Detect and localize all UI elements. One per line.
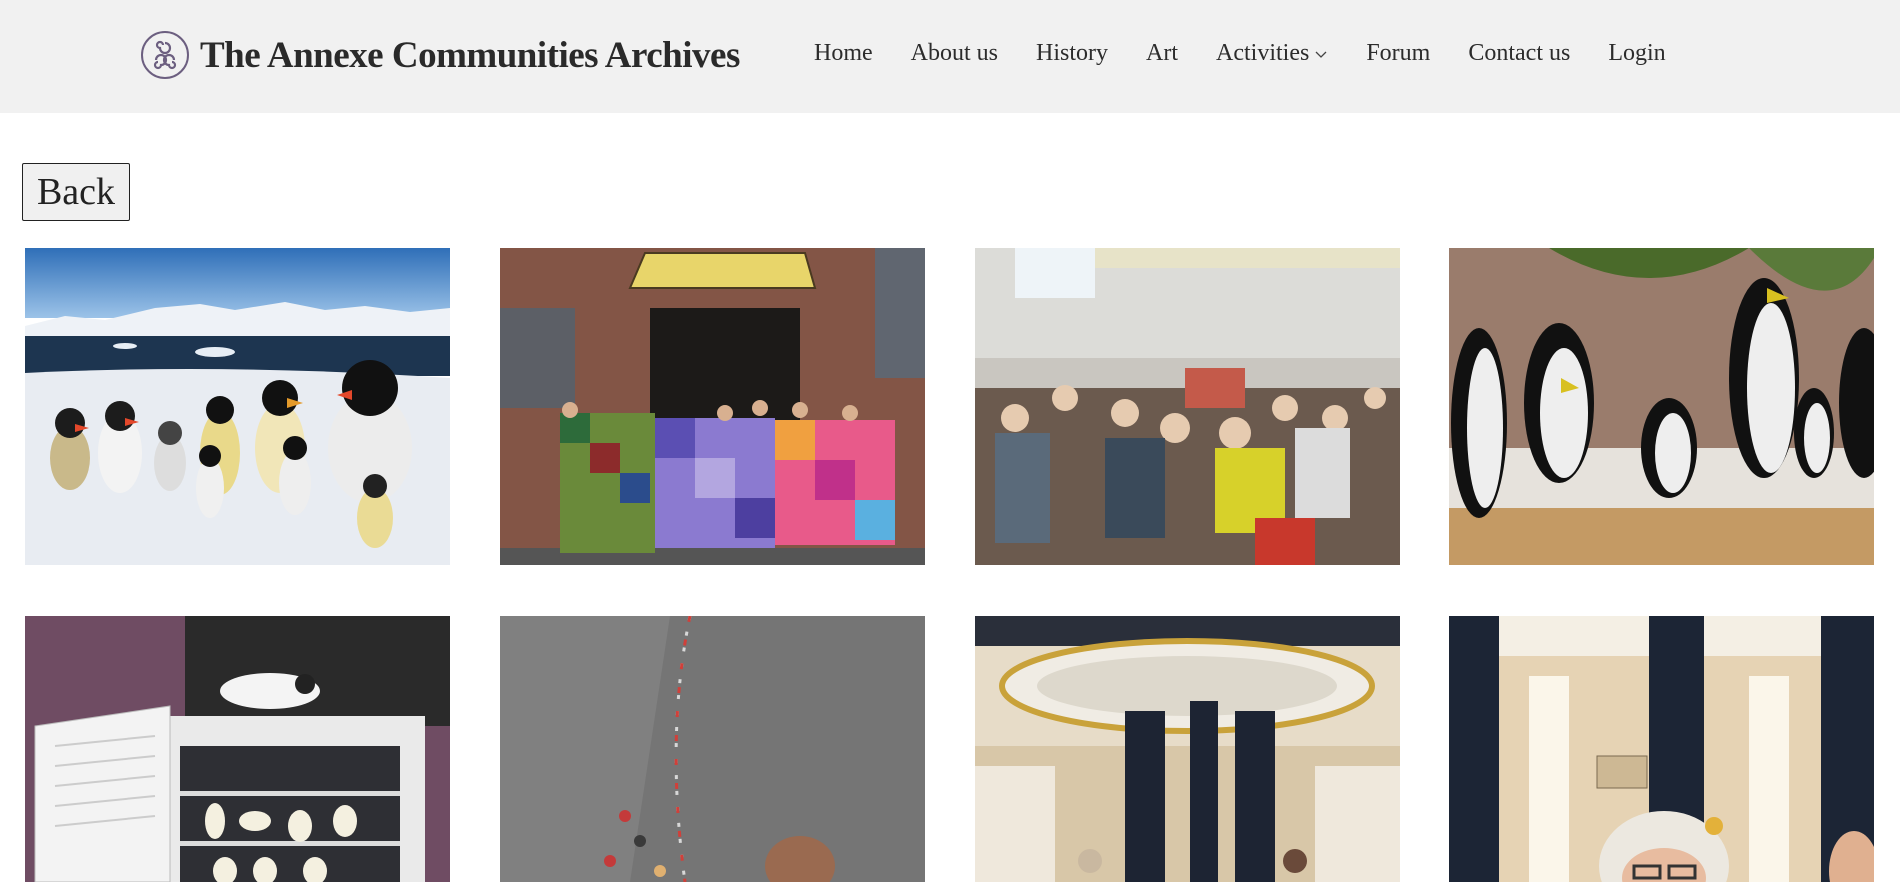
gallery-photo-penguins-antarctic[interactable] [25,248,450,565]
photo-image [1449,616,1874,882]
gallery-photo-hall-group[interactable] [975,248,1400,565]
photo-image [25,248,450,565]
photo-image [25,616,450,882]
nav-contact-us-label: Contact us [1468,40,1571,66]
triple-spiral-logo-icon[interactable] [140,30,190,80]
nav-about-us[interactable]: About us [911,40,998,67]
nav-login[interactable]: Login [1608,40,1665,67]
gallery-photo-annexe-blankets[interactable] [500,248,925,565]
site-header: The Annexe Communities Archives Home Abo… [0,0,1900,113]
nav-activities[interactable]: Activities [1216,40,1328,67]
main-nav: Home About us History Art Activities For… [814,40,1666,67]
nav-art-label: Art [1146,40,1178,66]
gallery-photo-ship-interior[interactable] [975,616,1400,882]
nav-forum[interactable]: Forum [1366,40,1430,67]
nav-history-label: History [1036,40,1108,66]
photo-image [500,616,925,882]
brand[interactable]: The Annexe Communities Archives [140,30,740,80]
gallery-photo-aerial-road[interactable] [500,616,925,882]
gallery-photo-windowsill-penguins[interactable] [1449,248,1874,565]
photo-image [1449,248,1874,565]
nav-history[interactable]: History [1036,40,1108,67]
nav-contact-us[interactable]: Contact us [1468,40,1570,67]
chevron-down-icon [1315,51,1327,58]
nav-home-label: Home [814,40,873,66]
nav-art[interactable]: Art [1146,40,1178,67]
site-title[interactable]: The Annexe Communities Archives [200,34,740,77]
nav-about-us-label: About us [910,40,998,66]
nav-forum-label: Forum [1366,40,1431,66]
photo-image [975,248,1400,565]
nav-login-label: Login [1608,40,1666,66]
nav-home[interactable]: Home [814,40,873,67]
back-button[interactable]: Back [22,163,130,221]
photo-image [975,616,1400,882]
nav-activities-label: Activities [1216,40,1310,66]
gallery-photo-fridge-penguins[interactable] [25,616,450,882]
photo-image [500,248,925,565]
gallery-photo-woman-ship[interactable] [1449,616,1874,882]
